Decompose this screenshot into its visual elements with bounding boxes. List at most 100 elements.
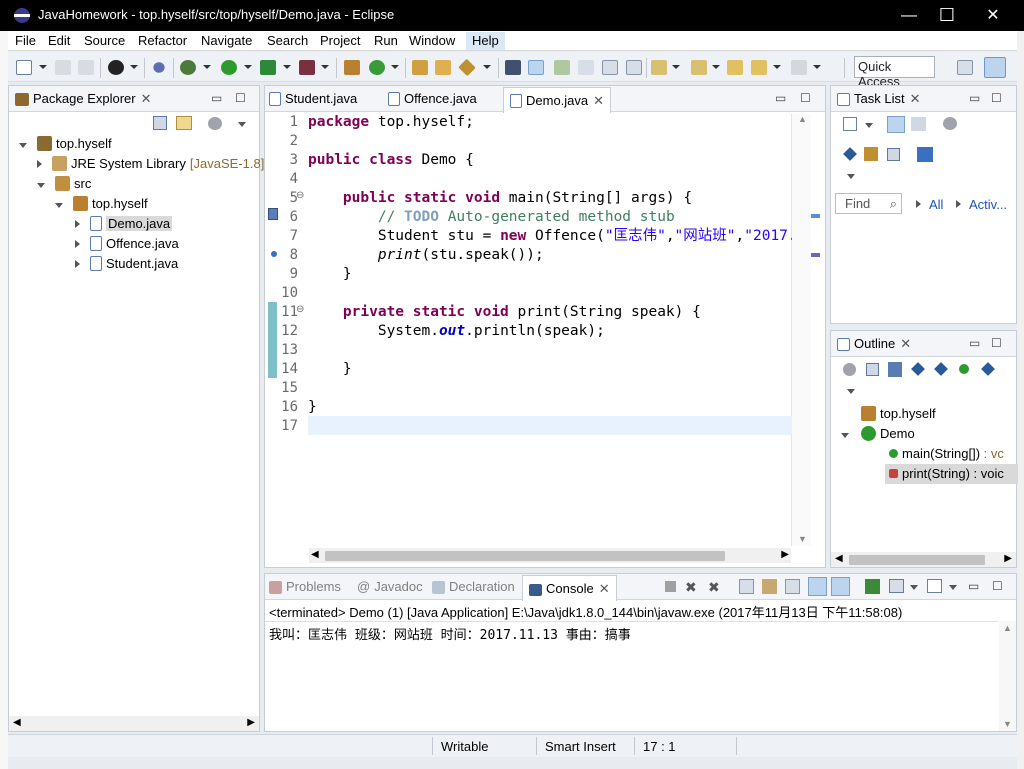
show-whitespace-icon[interactable] <box>626 60 642 75</box>
vertical-scrollbar[interactable]: ▲ ▼ <box>791 114 811 546</box>
last-edit-icon[interactable] <box>727 60 743 75</box>
tab-offence-java[interactable]: Offence.java <box>388 86 477 112</box>
minimize-icon[interactable]: ▭ <box>211 91 222 105</box>
open-console-icon[interactable] <box>927 579 942 593</box>
close-icon[interactable]: ✕ <box>910 91 921 106</box>
tree-item-top-hyself[interactable]: top.hyself <box>55 194 148 214</box>
tab-task-list[interactable]: Task List ✕ <box>837 86 920 112</box>
code-line-6[interactable]: // TODO Auto-generated method stub <box>308 208 792 227</box>
minimize-icon[interactable]: ▭ <box>969 91 980 105</box>
pin-console-icon[interactable] <box>865 579 880 594</box>
focus-icon[interactable] <box>943 117 957 130</box>
open-task-icon[interactable] <box>435 60 451 75</box>
show-stdout-icon[interactable] <box>808 577 827 596</box>
maximize-button[interactable]: ☐ <box>924 0 970 31</box>
maximize-icon[interactable]: ☐ <box>991 336 1002 350</box>
maximize-icon[interactable]: ☐ <box>800 91 811 105</box>
coverage-icon[interactable] <box>260 60 276 75</box>
code-line-8[interactable]: print(stu.speak()); <box>308 246 792 265</box>
outline-item-print[interactable]: print(String) : voic <box>885 464 1018 484</box>
hide-static-icon[interactable] <box>934 362 948 376</box>
code-line-12[interactable]: System.out.println(speak); <box>308 322 792 341</box>
word-wrap-icon[interactable] <box>554 60 570 75</box>
collapsed-arrow-icon[interactable] <box>75 260 80 268</box>
open-perspective-icon[interactable] <box>957 60 973 75</box>
minimize-icon[interactable]: ▭ <box>969 336 980 350</box>
tree-item-top-hyself[interactable]: top.hyself <box>19 134 112 154</box>
annotation-icon[interactable] <box>505 60 521 75</box>
tab-problems[interactable]: Problems <box>269 574 341 600</box>
menu-file[interactable]: File <box>15 33 36 48</box>
remove-all-icon[interactable]: ✖ <box>708 579 720 596</box>
expanded-arrow-icon[interactable] <box>19 143 27 148</box>
prev-annotation-icon[interactable] <box>691 60 707 75</box>
display-console-icon[interactable] <box>889 579 904 593</box>
show-source-icon[interactable] <box>602 60 618 75</box>
hide-local-types-icon[interactable] <box>981 362 995 376</box>
new-package-icon[interactable] <box>344 60 360 75</box>
tab-demo-java[interactable]: Demo.java ✕ <box>503 87 612 113</box>
maximize-icon[interactable]: ☐ <box>992 579 1003 593</box>
code-line-14[interactable]: } <box>308 360 792 379</box>
focus-icon[interactable] <box>843 363 856 376</box>
menu-window[interactable]: Window <box>409 33 455 48</box>
forward-icon[interactable] <box>791 60 807 75</box>
menu-navigate[interactable]: Navigate <box>201 33 252 48</box>
save-all-icon[interactable] <box>78 60 94 75</box>
remove-launch-icon[interactable]: ✖ <box>685 579 697 596</box>
menu-refactor[interactable]: Refactor <box>138 33 187 48</box>
maximize-icon[interactable]: ☐ <box>235 91 246 105</box>
word-wrap-icon[interactable] <box>785 579 800 594</box>
new-icon[interactable] <box>16 60 32 75</box>
find-input[interactable]: Find ⌕ <box>835 193 902 214</box>
view-menu-icon[interactable] <box>238 122 246 127</box>
code-line-5[interactable]: public static void main(String[] args) { <box>308 189 792 208</box>
clear-console-icon[interactable] <box>739 579 754 594</box>
code-line-16[interactable]: } <box>308 398 792 417</box>
expanded-arrow-icon[interactable] <box>55 203 63 208</box>
block-selection-icon[interactable] <box>578 60 594 75</box>
vertical-scrollbar[interactable]: ▲ ▼ <box>999 621 1016 731</box>
menu-source[interactable]: Source <box>84 33 125 48</box>
focus-icon[interactable] <box>208 117 222 130</box>
collapse-all-icon[interactable] <box>887 148 900 161</box>
hide-nonpublic-icon[interactable] <box>959 364 969 374</box>
all-link[interactable]: All <box>929 197 943 212</box>
tree-item-jre-system-library[interactable]: JRE System Library [JavaSE-1.8] <box>37 154 264 174</box>
code-line-1[interactable]: package top.hyself; <box>308 113 792 132</box>
repository-icon[interactable] <box>917 147 933 162</box>
new-task-icon[interactable] <box>843 117 857 131</box>
horizontal-scrollbar[interactable]: ◀ ▶ <box>831 552 1016 567</box>
collapse-all-icon[interactable] <box>866 363 879 376</box>
collapse-icon[interactable] <box>843 147 857 161</box>
mark-occurrences-icon[interactable] <box>528 60 544 75</box>
menu-edit[interactable]: Edit <box>48 33 70 48</box>
hide-fields-icon[interactable] <box>911 362 925 376</box>
debug-icon[interactable] <box>180 60 196 75</box>
scroll-lock-icon[interactable] <box>762 579 777 594</box>
tree-item-src[interactable]: src <box>37 174 91 194</box>
horizontal-scrollbar[interactable]: ◀ ▶ <box>9 716 259 731</box>
sort-icon[interactable] <box>888 362 902 377</box>
outline-item-main[interactable]: main(String[]) : vc <box>889 444 1004 464</box>
open-type-icon[interactable] <box>412 60 428 75</box>
tree-item-demo-java[interactable]: Demo.java <box>75 214 173 234</box>
save-icon[interactable] <box>55 60 71 75</box>
debug-server-icon[interactable] <box>108 60 124 75</box>
code-line-11[interactable]: private static void print(String speak) … <box>308 303 792 322</box>
collapsed-arrow-icon[interactable] <box>75 220 80 228</box>
close-icon[interactable]: ✕ <box>900 336 911 351</box>
maximize-icon[interactable]: ☐ <box>991 91 1002 105</box>
code-line-9[interactable]: } <box>308 265 792 284</box>
close-icon[interactable]: ✕ <box>599 581 610 596</box>
external-tools-icon[interactable] <box>299 60 315 75</box>
tree-item-student-java[interactable]: Student.java <box>75 254 178 274</box>
next-annotation-icon[interactable] <box>651 60 667 75</box>
close-button[interactable]: ✕ <box>970 0 1016 31</box>
outline-item-class[interactable]: Demo <box>841 424 915 444</box>
menu-run[interactable]: Run <box>374 33 398 48</box>
search-icon[interactable] <box>458 58 476 77</box>
scheduled-icon[interactable] <box>911 117 926 131</box>
terminate-icon[interactable] <box>665 581 676 592</box>
code-line-7[interactable]: Student stu = new Offence("匡志伟","网站班","2… <box>308 227 792 246</box>
